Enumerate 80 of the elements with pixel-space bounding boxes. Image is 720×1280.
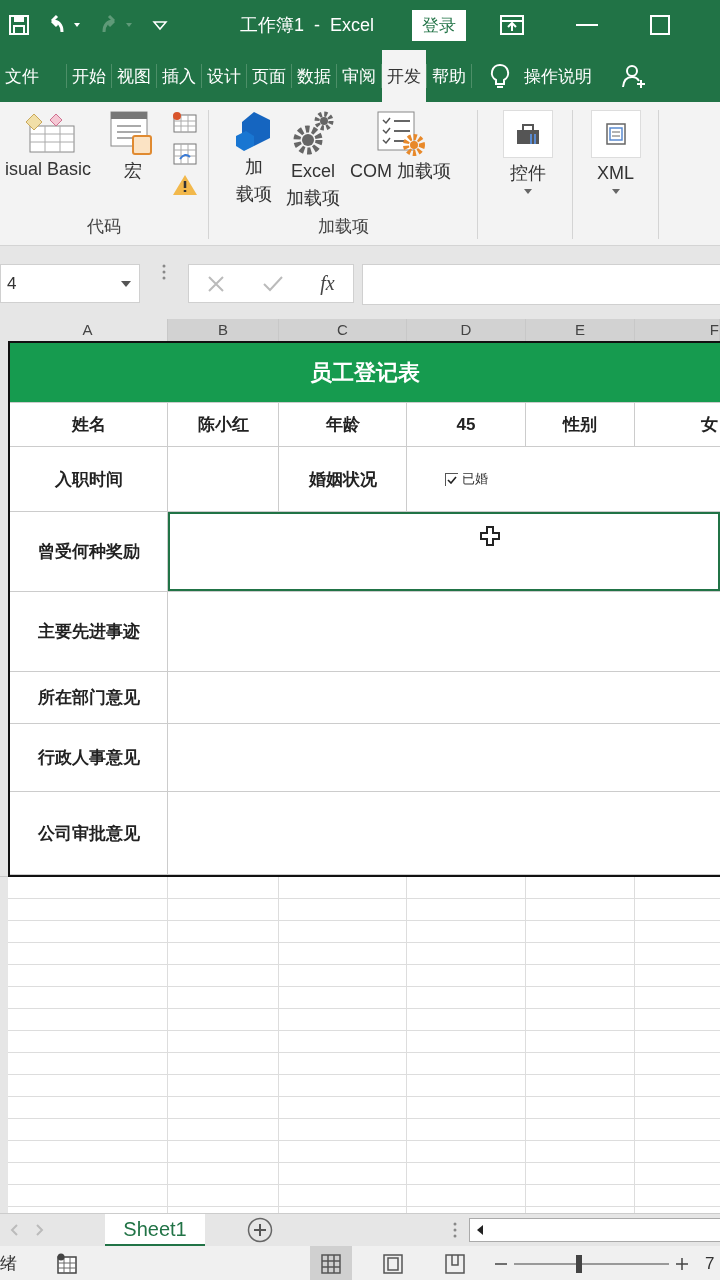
insert-function-button[interactable]: fx — [320, 272, 335, 295]
login-button[interactable]: 登录 — [412, 9, 467, 41]
ribbon-tab[interactable]: 设计 — [202, 50, 246, 102]
save-icon[interactable] — [8, 14, 30, 36]
field-label: 年龄 — [279, 403, 407, 446]
cell-grid[interactable] — [0, 877, 720, 1213]
field-label: 公司审批意见 — [10, 792, 168, 874]
macro-record-icon[interactable] — [56, 1252, 78, 1275]
record-sheet-icon[interactable] — [172, 112, 199, 134]
ribbon-tab[interactable]: 文件 — [0, 50, 44, 102]
field-label: 主要先进事迹 — [10, 592, 168, 671]
drag-handle-icon[interactable] — [162, 264, 166, 280]
field-label: 所在部门意见 — [10, 672, 168, 723]
ribbon-button[interactable]: isual Basic — [0, 110, 97, 181]
group-label: 加载项 — [316, 216, 370, 238]
name-box[interactable]: 4 — [0, 264, 140, 303]
ribbon-display-icon[interactable] — [500, 15, 525, 35]
field-value: 45 — [407, 403, 526, 446]
tell-me-label[interactable]: 操作说明 — [524, 64, 592, 88]
ribbon-button[interactable]: COM 加载项 — [345, 110, 456, 183]
ribbon-tab[interactable]: 开始 — [67, 50, 111, 102]
sheet-tab[interactable]: Sheet1 — [105, 1214, 205, 1246]
ribbon-button[interactable]: Excel 加载项 — [281, 110, 345, 210]
caret-icon[interactable] — [121, 280, 131, 287]
add-sheet-icon[interactable] — [247, 1217, 273, 1243]
ribbon-tab[interactable]: 审阅 — [337, 50, 381, 102]
zoom-level[interactable]: 7 — [705, 1253, 715, 1274]
field-label: 姓名 — [10, 403, 168, 446]
group-label: 代码 — [86, 216, 122, 238]
person-add-icon[interactable] — [622, 64, 648, 88]
cell-reference: 4 — [7, 273, 17, 294]
formula-input[interactable] — [362, 264, 720, 305]
page-break-icon — [444, 1252, 466, 1275]
field-value: 女 — [700, 414, 719, 436]
ribbon-button[interactable]: 加 载项 — [227, 110, 281, 206]
column-header[interactable]: E — [526, 319, 635, 343]
gears-icon — [291, 110, 335, 156]
status-text: 绪 — [0, 1253, 18, 1275]
view-button[interactable] — [310, 1246, 352, 1280]
dropdown-button[interactable]: XML — [585, 110, 646, 194]
caret-icon — [611, 189, 620, 194]
cell-cursor-icon — [480, 526, 500, 546]
field-label: 行政人事意见 — [10, 724, 168, 791]
horizontal-scrollbar[interactable] — [469, 1218, 720, 1242]
field-label: 婚姻状况 — [279, 447, 407, 511]
column-header[interactable]: B — [168, 319, 279, 343]
form-title: 员工登记表 — [10, 343, 720, 403]
check-icon[interactable] — [261, 274, 284, 293]
field-label: 入职时间 — [10, 447, 168, 511]
column-header[interactable]: C — [279, 319, 407, 343]
relative-reference-icon[interactable] — [172, 142, 199, 166]
field-label: 性别 — [526, 403, 635, 446]
customize-icon[interactable] — [152, 18, 168, 32]
ribbon-tab[interactable]: 视图 — [112, 50, 156, 102]
minimize-icon[interactable] — [576, 23, 599, 27]
zoom-in-icon[interactable] — [675, 1256, 689, 1271]
page-icon — [382, 1252, 404, 1275]
ribbon-tab[interactable]: 数据 — [292, 50, 336, 102]
ribbon-button[interactable]: 宏 — [104, 110, 163, 183]
ribbon-tab[interactable]: 插入 — [157, 50, 201, 102]
drag-handle-icon[interactable] — [453, 1222, 457, 1238]
ribbon-tab[interactable]: 页面 — [247, 50, 291, 102]
checkbox[interactable] — [445, 472, 458, 486]
toolbox-icon — [514, 122, 542, 146]
xml-source-icon — [603, 122, 628, 146]
maximize-icon[interactable] — [650, 15, 671, 35]
column-header[interactable]: D — [407, 319, 526, 343]
ribbon-tab[interactable]: 开发 — [382, 50, 426, 102]
lightbulb-icon[interactable] — [490, 63, 510, 89]
window-title: 工作簿1 - Excel — [240, 14, 375, 37]
caret-icon — [524, 189, 532, 194]
warning-icon[interactable] — [172, 174, 199, 196]
dropdown-button[interactable]: 控件 — [498, 110, 558, 194]
grid-icon — [320, 1252, 342, 1275]
selected-cell[interactable] — [168, 512, 720, 591]
column-header[interactable]: F — [635, 319, 720, 343]
checklist-gear-icon — [375, 110, 426, 156]
field-value: 陈小红 — [168, 403, 279, 446]
ribbon-tab[interactable]: 帮助 — [427, 50, 471, 102]
checkbox-label[interactable]: 已婚 — [462, 470, 488, 488]
